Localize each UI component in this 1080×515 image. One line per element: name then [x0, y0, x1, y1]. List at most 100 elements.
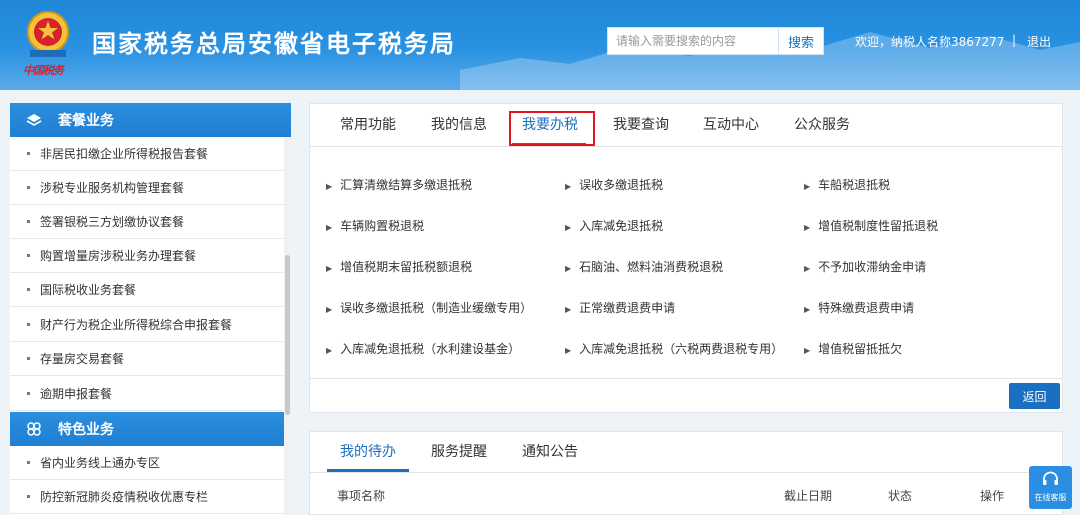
tax-emblem-icon — [27, 11, 69, 57]
sidebar-item[interactable]: 逾期申报套餐 — [10, 377, 284, 411]
caret-right-icon: ▶ — [804, 346, 811, 355]
func-label: 增值税制度性留抵退税 — [818, 219, 939, 233]
bullet — [27, 186, 30, 189]
caret-right-icon: ▶ — [326, 264, 333, 273]
bullet — [27, 323, 30, 326]
tab-common[interactable]: 常用功能 — [340, 104, 396, 146]
sidebar-group-title: 特色业务 — [58, 422, 114, 438]
sidebar-item-label: 涉税专业服务机构管理套餐 — [40, 181, 185, 195]
tab-query[interactable]: 我要查询 — [613, 104, 669, 146]
func-link[interactable]: ▶ 增值税制度性留抵退税 — [804, 217, 938, 234]
search-input[interactable] — [607, 27, 778, 55]
todo-panel: 我的待办 服务提醒 通知公告 事项名称 截止日期 状态 操作 — [309, 431, 1063, 515]
caret-right-icon: ▶ — [326, 223, 333, 232]
caret-right-icon: ▶ — [804, 264, 811, 273]
tab-public-service[interactable]: 公众服务 — [794, 104, 850, 146]
header-separator: | — [1012, 33, 1017, 47]
logout-link[interactable]: 退出 — [1027, 33, 1051, 50]
func-label: 石脑油、燃料油消费税退税 — [579, 260, 724, 274]
sidebar-item-label: 存量房交易套餐 — [40, 352, 125, 366]
caret-right-icon: ▶ — [565, 305, 572, 314]
func-label: 特殊缴费退费申请 — [818, 301, 915, 315]
func-link[interactable]: ▶ 正常缴费退费申请 — [565, 299, 675, 316]
func-link[interactable]: ▶ 误收多缴退抵税 — [565, 176, 663, 193]
column-header-status: 状态 — [888, 489, 913, 503]
sidebar-item-label: 国际税收业务套餐 — [40, 283, 137, 297]
sidebar-item-label: 逾期申报套餐 — [40, 387, 113, 401]
tab-my-info[interactable]: 我的信息 — [431, 104, 487, 146]
clover-icon — [27, 422, 41, 436]
bullet — [27, 152, 30, 155]
site-title: 国家税务总局安徽省电子税务局 — [92, 30, 456, 58]
layers-icon — [26, 114, 42, 126]
emblem-caption: 中国税务 — [23, 64, 64, 77]
sidebar-item[interactable]: 签署银税三方划缴协议套餐 — [10, 205, 284, 239]
headset-icon — [1043, 471, 1058, 485]
online-service-label: 在线客服 — [1034, 493, 1067, 502]
sidebar-item-label: 财产行为税企业所得税综合申报套餐 — [40, 318, 233, 332]
sidebar-group-title: 套餐业务 — [58, 113, 114, 129]
caret-right-icon: ▶ — [326, 305, 333, 314]
func-link[interactable]: ▶ 入库减免退抵税（水利建设基金） — [326, 340, 520, 357]
sidebar-item-label: 非居民扣缴企业所得税报告套餐 — [40, 147, 209, 161]
bullet — [27, 357, 30, 360]
tab-interaction[interactable]: 互动中心 — [703, 104, 759, 146]
column-header-action: 操作 — [980, 489, 1005, 503]
caret-right-icon: ▶ — [326, 182, 333, 191]
func-link[interactable]: ▶ 增值税留抵抵欠 — [804, 340, 902, 357]
sidebar-item[interactable]: 财产行为税企业所得税综合申报套餐 — [10, 308, 284, 342]
tab-service-reminder[interactable]: 服务提醒 — [431, 432, 487, 472]
sidebar-item[interactable]: 非居民扣缴企业所得税报告套餐 — [10, 137, 284, 171]
main-panel: 常用功能 我的信息 我要办税 我要查询 互动中心 公众服务 ▶ 汇算清缴结算多缴退… — [309, 103, 1063, 413]
func-label: 汇算清缴结算多缴退抵税 — [340, 178, 473, 192]
todo-tabs: 我的待办 服务提醒 通知公告 — [310, 432, 1062, 473]
tab-tax-handling[interactable]: 我要办税 — [522, 104, 578, 146]
caret-right-icon: ▶ — [326, 346, 333, 355]
func-link[interactable]: ▶ 不予加收滞纳金申请 — [804, 258, 926, 275]
sidebar-item[interactable]: 省内业务线上通办专区 — [10, 446, 284, 480]
func-link[interactable]: ▶ 汇算清缴结算多缴退抵税 — [326, 176, 472, 193]
func-link[interactable]: ▶ 车辆购置税退税 — [326, 217, 424, 234]
sidebar-group-special[interactable]: 特色业务 — [10, 412, 291, 446]
caret-right-icon: ▶ — [565, 346, 572, 355]
bullet — [27, 495, 30, 498]
tab-notice[interactable]: 通知公告 — [522, 432, 578, 472]
caret-right-icon: ▶ — [804, 305, 811, 314]
func-label: 入库减免退抵税 — [579, 219, 664, 233]
sidebar-scrollbar-thumb[interactable] — [285, 255, 290, 415]
sidebar-item-label: 购置增量房涉税业务办理套餐 — [40, 249, 197, 263]
func-link[interactable]: ▶ 增值税期末留抵税额退税 — [326, 258, 472, 275]
welcome-text: 欢迎，纳税人名称3867277 — [855, 35, 1005, 49]
caret-right-icon: ▶ — [565, 264, 572, 273]
bullet — [27, 220, 30, 223]
search-button[interactable]: 搜索 — [778, 27, 824, 55]
sidebar-item[interactable]: 涉税专业服务机构管理套餐 — [10, 171, 284, 205]
sidebar-item-label: 防控新冠肺炎疫情税收优惠专栏 — [40, 490, 209, 504]
sidebar-item[interactable]: 购置增量房涉税业务办理套餐 — [10, 239, 284, 273]
sidebar-group-package[interactable]: 套餐业务 — [10, 103, 291, 137]
func-link[interactable]: ▶ 误收多缴退抵税（制造业缓缴专用） — [326, 299, 532, 316]
active-tab-underline — [327, 469, 409, 472]
bullet — [27, 254, 30, 257]
func-link[interactable]: ▶ 入库减免退抵税（六税两费退税专用） — [565, 340, 783, 357]
sidebar-item[interactable]: 防控新冠肺炎疫情税收优惠专栏 — [10, 480, 284, 514]
func-label: 车船税退抵税 — [818, 178, 891, 192]
tab-my-todo[interactable]: 我的待办 — [340, 432, 396, 472]
online-service-button[interactable]: 在线客服 — [1029, 466, 1072, 509]
panel-divider — [310, 378, 1062, 379]
sidebar-item[interactable]: 国际税收业务套餐 — [10, 273, 284, 307]
func-label: 车辆购置税退税 — [340, 219, 425, 233]
func-link[interactable]: ▶ 石脑油、燃料油消费税退税 — [565, 258, 723, 275]
func-label: 正常缴费退费申请 — [579, 301, 676, 315]
sidebar: 套餐业务 非居民扣缴企业所得税报告套餐 涉税专业服务机构管理套餐 签署银税三方划… — [10, 103, 291, 515]
func-label: 不予加收滞纳金申请 — [818, 260, 927, 274]
func-link[interactable]: ▶ 入库减免退抵税 — [565, 217, 663, 234]
func-link[interactable]: ▶ 车船税退抵税 — [804, 176, 890, 193]
sidebar-item-label: 省内业务线上通办专区 — [40, 456, 161, 470]
sidebar-item[interactable]: 存量房交易套餐 — [10, 342, 284, 376]
func-label: 增值税留抵抵欠 — [818, 342, 903, 356]
caret-right-icon: ▶ — [565, 182, 572, 191]
back-button[interactable]: 返回 — [1009, 383, 1060, 409]
func-link[interactable]: ▶ 特殊缴费退费申请 — [804, 299, 914, 316]
bullet — [27, 461, 30, 464]
